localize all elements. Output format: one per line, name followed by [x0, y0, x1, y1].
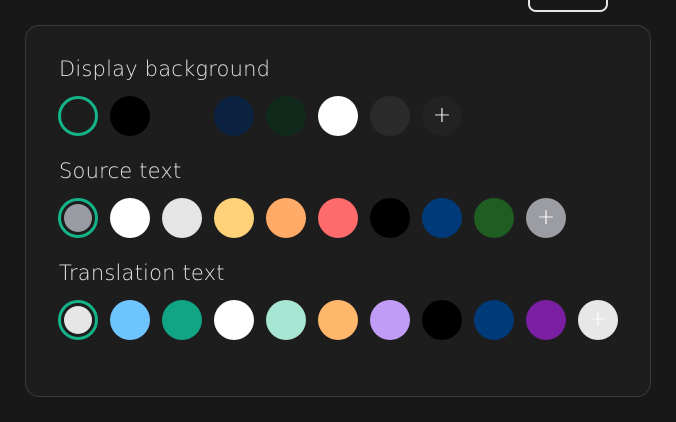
color-swatch[interactable]: [162, 300, 202, 340]
color-swatch[interactable]: [162, 96, 202, 136]
color-swatch[interactable]: [266, 300, 306, 340]
plus-icon: +: [588, 307, 608, 332]
color-swatch[interactable]: [474, 198, 514, 238]
selected-swatch-fill: [64, 204, 92, 232]
color-swatch[interactable]: [214, 198, 254, 238]
plus-icon: +: [536, 205, 556, 230]
color-swatch[interactable]: [526, 300, 566, 340]
color-swatch[interactable]: [370, 198, 410, 238]
color-swatch[interactable]: [110, 198, 150, 238]
color-swatch[interactable]: [318, 198, 358, 238]
display-background-label: Display background: [59, 57, 271, 81]
color-swatch[interactable]: [370, 300, 410, 340]
color-swatch[interactable]: [318, 96, 358, 136]
translation-text-label: Translation text: [59, 261, 225, 285]
color-swatch[interactable]: [266, 198, 306, 238]
plus-icon: +: [432, 103, 452, 128]
add-color-button[interactable]: +: [578, 300, 618, 340]
color-swatch[interactable]: [58, 300, 98, 340]
color-swatch[interactable]: [474, 300, 514, 340]
add-color-button[interactable]: +: [526, 198, 566, 238]
color-swatch[interactable]: [422, 300, 462, 340]
selected-swatch-fill: [64, 102, 92, 130]
color-swatch[interactable]: [370, 96, 410, 136]
color-swatch[interactable]: [110, 96, 150, 136]
color-swatch[interactable]: [110, 300, 150, 340]
color-swatch[interactable]: [58, 198, 98, 238]
color-swatch[interactable]: [318, 300, 358, 340]
source-text-label: Source text: [59, 159, 182, 183]
color-swatch[interactable]: [214, 300, 254, 340]
add-color-button[interactable]: +: [422, 96, 462, 136]
top-action-button[interactable]: [528, 0, 608, 12]
color-swatch[interactable]: [266, 96, 306, 136]
color-settings-panel: Display background + Source text + Trans…: [25, 25, 651, 397]
selected-swatch-fill: [64, 306, 92, 334]
color-swatch[interactable]: [162, 198, 202, 238]
color-swatch[interactable]: [422, 198, 462, 238]
color-swatch[interactable]: [58, 96, 98, 136]
color-swatch[interactable]: [214, 96, 254, 136]
